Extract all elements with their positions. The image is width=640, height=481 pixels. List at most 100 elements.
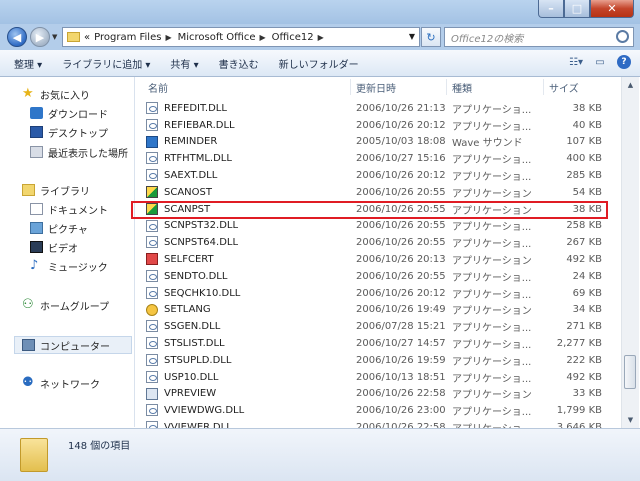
column-divider[interactable] (543, 79, 544, 95)
breadcrumb-microsoft-office[interactable]: Microsoft Office (178, 32, 256, 43)
share-button[interactable]: 共有 ▾ (170, 56, 198, 71)
file-row[interactable]: STSLIST.DLL 2006/10/27 14:57 アプリケーショ... 2,2… (144, 335, 614, 352)
column-header-size[interactable]: サイズ (549, 77, 579, 97)
lang-file-icon (146, 303, 158, 316)
file-row[interactable]: VPREVIEW 2006/10/26 22:58 アプリケーション 33 KB (144, 386, 614, 403)
file-date: 2006/10/26 20:55 (356, 237, 446, 249)
new-folder-button[interactable]: 新しいフォルダー (279, 56, 359, 71)
column-header-name[interactable]: 名前 (148, 77, 168, 97)
dll-file-icon (146, 118, 158, 131)
file-date: 2005/10/03 18:08 (356, 136, 446, 148)
nav-desktop[interactable]: デスクトップ (30, 124, 108, 140)
file-row[interactable]: SSGEN.DLL 2006/07/28 15:21 アプリケーショ... 271 K… (144, 318, 614, 335)
search-icon[interactable] (616, 30, 629, 43)
file-row[interactable]: VVIEWER.DLL2006/10/26 22:58アプリケーショ...3,6… (144, 419, 614, 428)
file-row[interactable]: SEQCHK10.DLL 2006/10/26 20:12 アプリケーショ... 69… (144, 285, 614, 302)
file-row[interactable]: SCNPST64.DLL 2006/10/26 20:55 アプリケーショ... 26… (144, 234, 614, 251)
close-button[interactable]: ✕ (590, 0, 634, 18)
search-input[interactable]: Office12の検索 (444, 27, 634, 47)
view-options-icon[interactable]: ☷▾ (568, 54, 584, 70)
file-date: 2006/10/26 20:55 (356, 270, 446, 282)
address-bar[interactable]: « Program Files ▶ Microsoft Office ▶ Off… (62, 27, 420, 47)
file-size: 2,277 KB (556, 338, 602, 350)
dll-file-icon (146, 236, 158, 249)
maximize-button[interactable]: □ (564, 0, 590, 18)
organize-button[interactable]: 整理 ▾ (14, 56, 42, 71)
scroll-up-icon[interactable]: ▲ (622, 77, 639, 93)
file-date: 2006/10/26 19:59 (356, 354, 446, 366)
breadcrumb-program-files[interactable]: Program Files (94, 32, 161, 43)
nav-pictures[interactable]: ピクチャ (30, 220, 88, 236)
breadcrumb-chevron-icon[interactable]: ▶ (165, 33, 171, 42)
file-name: SETLANG (164, 304, 211, 316)
nav-libraries[interactable]: ライブラリ (22, 182, 90, 198)
file-type: Wave サウンド (452, 138, 523, 150)
address-dropdown-icon[interactable]: ▼ (409, 32, 415, 41)
vertical-scrollbar[interactable]: ▲ ▼ (621, 77, 639, 428)
file-name: SCNPST32.DLL (164, 220, 239, 232)
library-icon (22, 184, 35, 196)
add-to-library-button[interactable]: ライブラリに追加 ▾ (62, 56, 150, 71)
breadcrumb-chevron-icon[interactable]: ▶ (318, 33, 324, 42)
minimize-button[interactable]: – (538, 0, 564, 18)
file-row[interactable]: USP10.DLL 2006/10/13 18:51 アプリケーショ... 492 K… (144, 369, 614, 386)
dll-file-icon (146, 102, 158, 114)
nav-computer[interactable]: コンピューター (22, 337, 110, 353)
file-type: アプリケーショ... (452, 340, 532, 352)
file-row[interactable]: STSUPLD.DLL 2006/10/26 19:59 アプリケーショ... 222… (144, 352, 614, 369)
nav-documents[interactable]: ドキュメント (30, 201, 108, 217)
dll-file-icon (146, 370, 158, 383)
file-row[interactable]: SCANOST 2006/10/26 20:55 アプリケーション 54 KB (144, 184, 614, 201)
nav-recent-places[interactable]: 最近表示した場所 (30, 144, 128, 160)
file-name: SENDTO.DLL (164, 270, 228, 282)
help-button[interactable]: ? (616, 54, 632, 70)
column-header-date[interactable]: 更新日時 (356, 77, 396, 97)
file-row[interactable]: VVIEWDWG.DLL 2006/10/26 23:00 アプリケーショ... 1,… (144, 402, 614, 419)
nav-network[interactable]: ⚉ ネットワーク (22, 375, 100, 391)
nav-homegroup[interactable]: ⚇ ホームグループ (22, 297, 109, 313)
file-row[interactable]: REFEDIT.DLL 2006/10/26 21:13 アプリケーショ... 38 … (144, 100, 614, 117)
file-row[interactable]: SAEXT.DLL 2006/10/26 20:12 アプリケーショ... 285 K… (144, 167, 614, 184)
documents-icon (30, 203, 43, 215)
refresh-button[interactable]: ↻ (421, 27, 441, 47)
file-size: 492 KB (566, 254, 602, 266)
scroll-down-icon[interactable]: ▼ (622, 412, 639, 428)
nav-downloads[interactable]: ダウンロード (30, 105, 108, 121)
file-type: アプリケーション (452, 256, 532, 268)
file-row[interactable]: SCNPST32.DLL 2006/10/26 20:55 アプリケーショ... 25… (144, 218, 614, 235)
preview-pane-icon[interactable]: ▭ (592, 54, 608, 70)
column-divider[interactable] (446, 79, 447, 95)
file-row[interactable]: SCANPST 2006/10/26 20:55 アプリケーション 38 KB (144, 201, 614, 218)
column-header-type[interactable]: 種類 (452, 77, 472, 97)
nav-videos[interactable]: ビデオ (30, 239, 78, 255)
file-row[interactable]: REMINDER 2005/10/03 18:08 Wave サウンド 107 KB (144, 134, 614, 151)
file-row[interactable]: SELFCERT 2006/10/26 20:13 アプリケーション 492 KB (144, 251, 614, 268)
column-divider[interactable] (350, 79, 351, 95)
back-button[interactable]: ◀ (7, 27, 27, 47)
breadcrumb-overflow[interactable]: « (84, 32, 90, 43)
file-name: REFIEBAR.DLL (164, 119, 235, 131)
file-row[interactable]: REFIEBAR.DLL 2006/10/26 20:12 アプリケーショ... 40… (144, 117, 614, 134)
scroll-thumb[interactable] (624, 355, 636, 389)
nav-music[interactable]: ♪ ミュージック (30, 258, 108, 274)
file-size: 400 KB (566, 153, 602, 165)
dll-file-icon (146, 337, 158, 350)
file-name: SCANPST (164, 203, 211, 215)
file-size: 40 KB (572, 119, 602, 131)
file-type: アプリケーショ... (452, 121, 532, 133)
burn-button[interactable]: 書き込む (219, 56, 259, 71)
file-size: 285 KB (566, 170, 602, 182)
file-name: SSGEN.DLL (164, 321, 221, 333)
file-date: 2006/10/26 22:58 (356, 388, 446, 400)
file-row[interactable]: SENDTO.DLL 2006/10/26 20:55 アプリケーショ... 24 K… (144, 268, 614, 285)
breadcrumb-chevron-icon[interactable]: ▶ (260, 33, 266, 42)
file-row[interactable]: RTFHTML.DLL 2006/10/27 15:16 アプリケーショ... 400… (144, 150, 614, 167)
file-row[interactable]: SETLANG 2006/10/26 19:49 アプリケーション 34 KB (144, 302, 614, 319)
recent-pages-dropdown-icon[interactable]: ▼ (52, 33, 57, 41)
file-type: アプリケーショ... (452, 172, 532, 184)
breadcrumb-office12[interactable]: Office12 (272, 32, 314, 43)
dll-file-icon (146, 404, 158, 417)
nav-favorites[interactable]: ★ お気に入り (22, 86, 90, 102)
file-name: STSUPLD.DLL (164, 354, 232, 366)
forward-button[interactable]: ▶ (30, 27, 50, 47)
